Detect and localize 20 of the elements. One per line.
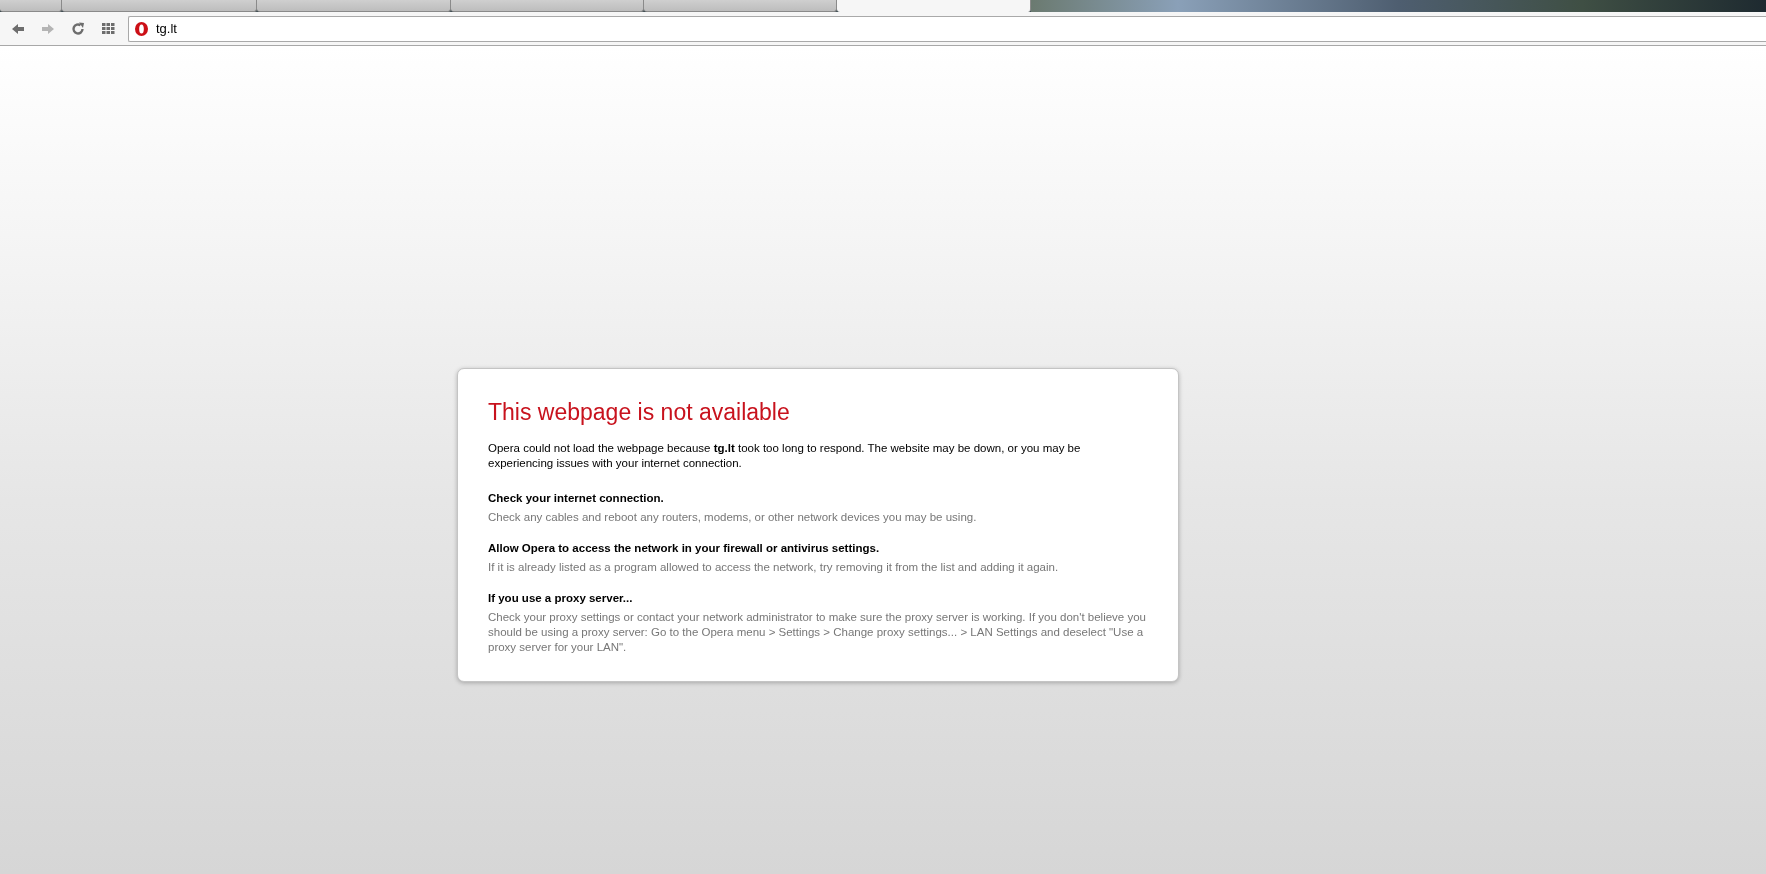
suggestion-heading: Allow Opera to access the network in your firewall or antivirus settings.: [488, 541, 881, 556]
suggestion-heading: If you use a proxy server...: [488, 591, 634, 606]
forward-arrow-icon: [41, 22, 55, 35]
grid-icon: [101, 23, 115, 34]
suggestion-text: Check any cables and reboot any routers, modems, or other network devices you may be using.: [488, 510, 978, 525]
browser-tab[interactable]: [257, 0, 451, 12]
suggestion-heading: Check your internet connection.: [488, 491, 665, 506]
suggestion-text: If it is already listed as a program allowed to access the network, try removing it from the list and adding it again.: [488, 560, 1060, 575]
error-description: Opera could not load the webpage because tg.lt took too long to respond. The website may be down, or you may be experiencing issues with your internet connection.: [488, 441, 1082, 471]
error-title: This webpage is not available: [488, 399, 791, 426]
address-bar[interactable]: tg.lt: [128, 15, 1766, 42]
browser-tab[interactable]: [644, 0, 837, 12]
url-text: tg.lt: [156, 21, 177, 36]
back-arrow-icon: [11, 22, 25, 35]
browser-tab[interactable]: [451, 0, 644, 12]
reload-icon: [71, 21, 85, 36]
browser-tab[interactable]: [0, 0, 62, 12]
opera-logo-icon: [135, 21, 148, 36]
browser-tab[interactable]: [62, 0, 257, 12]
suggestion-text: Check your proxy settings or contact your network administrator to make sure the proxy server is working. If you don't believe you should be using a proxy server: Go to the Opera menu > Settings > Change proxy settings... > LAN Settings and deselect "Use a proxy server for your LAN".: [488, 610, 1147, 655]
